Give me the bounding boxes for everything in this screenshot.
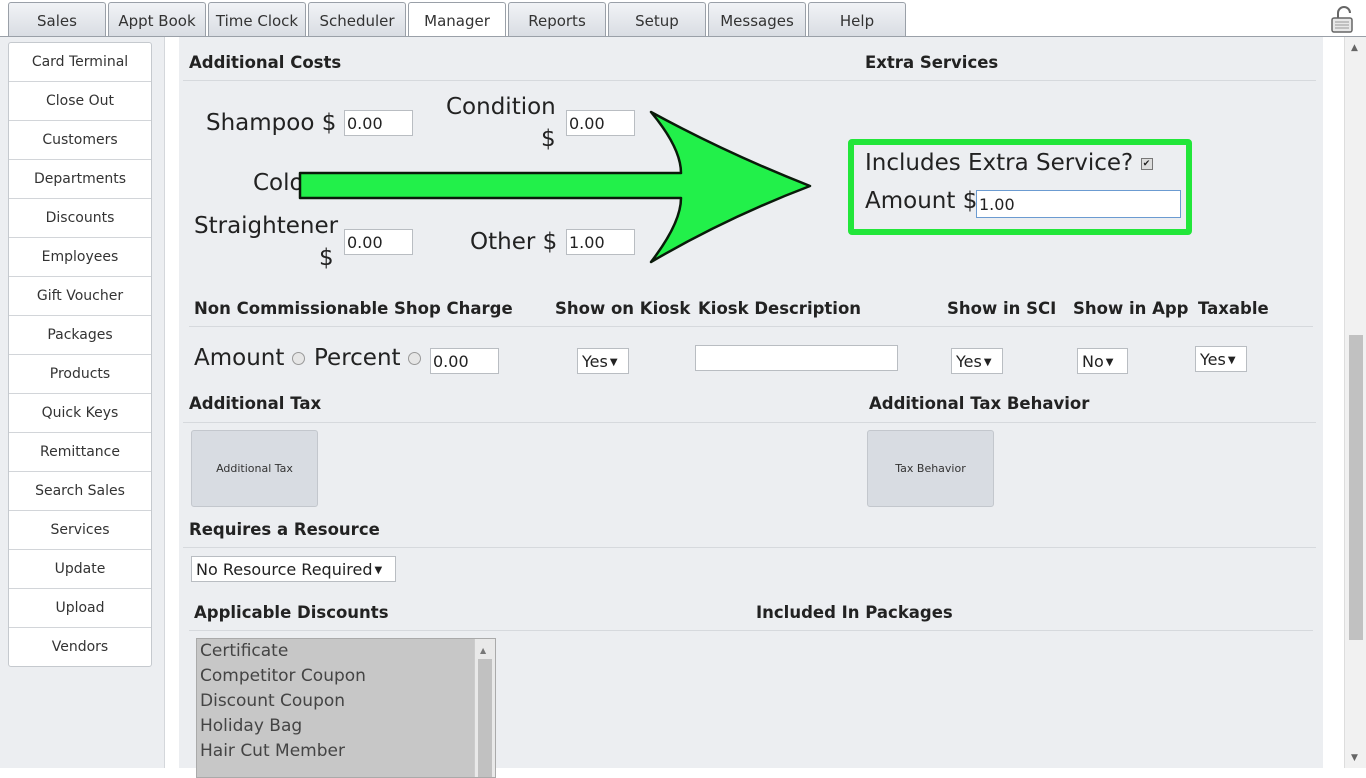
percent-radio[interactable] [407,352,421,365]
header-kiosk-description: Kiosk Description [698,299,862,318]
scroll-down-icon[interactable]: ▼ [1351,753,1358,763]
sidebar-item-packages[interactable]: Packages [9,316,151,355]
sidebar-item-update[interactable]: Update [9,550,151,589]
tab-time-clock[interactable]: Time Clock [208,2,306,36]
dropdown-caret-icon: ▼ [609,357,618,368]
tab-manager[interactable]: Manager [408,2,506,38]
tab-scheduler[interactable]: Scheduler [308,2,406,36]
sidebar-item-vendors[interactable]: Vendors [9,628,151,666]
sidebar-item-upload[interactable]: Upload [9,589,151,628]
amount-radio-label: Amount [194,345,285,371]
top-tab-bar: Sales Appt Book Time Clock Scheduler Man… [0,0,1366,38]
kiosk-select-value: Yes [582,352,608,371]
divider [183,547,1316,548]
sidebar-item-products[interactable]: Products [9,355,151,394]
additional-costs-title: Additional Costs [189,53,342,72]
includes-extra-service-checkbox[interactable]: ✔ [1140,157,1153,170]
list-item[interactable]: Competitor Coupon [197,664,495,689]
taxable-select[interactable]: Yes ▼ [1195,346,1247,372]
resource-select-value: No Resource Required [196,560,373,579]
scroll-up-icon[interactable]: ▲ [480,646,486,655]
extra-amount-input[interactable] [976,190,1181,218]
header-show-in-sci: Show in SCI [947,299,1057,318]
app-select[interactable]: No ▼ [1077,348,1128,374]
sidebar-menu: Card Terminal Close Out Customers Depart… [8,42,152,667]
tax-behavior-title: Additional Tax Behavior [869,394,1090,413]
tax-behavior-button[interactable]: Tax Behavior [867,430,994,507]
dropdown-caret-icon: ▼ [1227,355,1236,366]
amount-label: Amount $ [865,188,978,214]
sidebar-item-departments[interactable]: Departments [9,160,151,199]
discounts-listbox[interactable]: Certificate Competitor Coupon Discount C… [196,638,496,778]
amount-radio-group: Amount [194,345,305,371]
amount-radio[interactable] [291,352,305,365]
sidebar-item-services[interactable]: Services [9,511,151,550]
included-in-packages-title: Included In Packages [756,603,953,622]
divider [183,422,1316,423]
tab-sales[interactable]: Sales [8,2,106,36]
divider [189,326,1313,327]
sci-select[interactable]: Yes ▼ [951,348,1003,374]
divider [189,630,1313,631]
sidebar-item-remittance[interactable]: Remittance [9,433,151,472]
tab-messages[interactable]: Messages [708,2,806,36]
sidebar-item-customers[interactable]: Customers [9,121,151,160]
shop-charge-input[interactable] [430,348,499,374]
tab-setup[interactable]: Setup [608,2,706,36]
listbox-scrollbar[interactable]: ▲ [474,639,495,777]
lock-icon[interactable] [1330,6,1356,34]
sidebar-item-card-terminal[interactable]: Card Terminal [9,43,151,82]
percent-radio-label: Percent [314,345,401,371]
applicable-discounts-title: Applicable Discounts [194,603,389,622]
arrow-annotation-icon [298,110,812,264]
page-scrollbar[interactable]: ▲ ▼ [1344,37,1366,768]
dropdown-caret-icon: ▼ [374,565,383,576]
kiosk-description-input[interactable] [695,345,898,371]
list-item[interactable]: Hair Cut Member [197,739,495,764]
list-item[interactable]: Certificate [197,639,495,664]
taxable-select-value: Yes [1200,350,1226,369]
sidebar-item-quick-keys[interactable]: Quick Keys [9,394,151,433]
additional-tax-button[interactable]: Additional Tax [191,430,318,507]
header-taxable: Taxable [1198,299,1269,318]
page-scroll-thumb[interactable] [1349,335,1363,640]
sidebar-item-close-out[interactable]: Close Out [9,82,151,121]
kiosk-select[interactable]: Yes ▼ [577,348,629,374]
percent-radio-group: Percent [314,345,421,371]
listbox-scroll-thumb[interactable] [478,659,492,777]
dropdown-caret-icon: ▼ [983,357,992,368]
header-show-on-kiosk: Show on Kiosk [555,299,691,318]
sidebar-item-discounts[interactable]: Discounts [9,199,151,238]
extra-services-title: Extra Services [865,53,999,72]
list-item[interactable]: Discount Coupon [197,689,495,714]
sidebar-item-search-sales[interactable]: Search Sales [9,472,151,511]
header-shop-charge: Non Commissionable Shop Charge [194,299,513,318]
includes-extra-service-label: Includes Extra Service? ✔ [865,150,1153,176]
requires-resource-title: Requires a Resource [189,520,380,539]
app-select-value: No [1082,352,1104,371]
resource-select[interactable]: No Resource Required ▼ [191,556,396,582]
additional-tax-title: Additional Tax [189,394,322,413]
scroll-up-icon[interactable]: ▲ [1351,43,1358,53]
sci-select-value: Yes [956,352,982,371]
header-show-in-app: Show in App [1073,299,1189,318]
tab-reports[interactable]: Reports [508,2,606,36]
sidebar-item-employees[interactable]: Employees [9,238,151,277]
sidebar-item-gift-voucher[interactable]: Gift Voucher [9,277,151,316]
includes-extra-service-text: Includes Extra Service? [865,150,1134,176]
dropdown-caret-icon: ▼ [1105,357,1114,368]
tab-help[interactable]: Help [808,2,906,36]
tab-appt-book[interactable]: Appt Book [108,2,206,36]
divider [183,80,1316,81]
list-item[interactable]: Holiday Bag [197,714,495,739]
